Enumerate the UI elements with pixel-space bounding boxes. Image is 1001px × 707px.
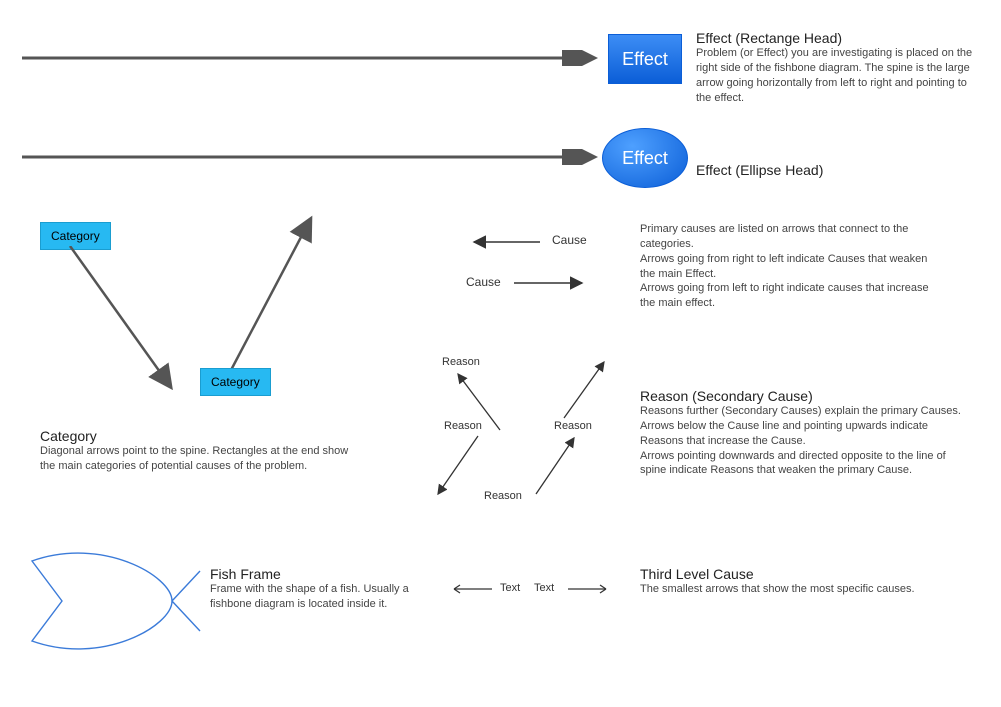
- category-box-1-label: Category: [51, 229, 100, 243]
- effect-rect-text: Effect (Rectange Head) Problem (or Effec…: [696, 30, 976, 105]
- third-desc: The smallest arrows that show the most s…: [640, 582, 940, 597]
- third-text: Third Level Cause The smallest arrows th…: [640, 566, 940, 597]
- category-text: Category Diagonal arrows point to the sp…: [40, 428, 360, 474]
- diagram-stage: Effect Effect (Rectange Head) Problem (o…: [0, 0, 1001, 707]
- reason-label-4: Reason: [484, 490, 522, 502]
- spine-arrow-rect: [22, 50, 602, 66]
- reason-label-2: Reason: [444, 420, 482, 432]
- category-arrow-down: [60, 246, 200, 396]
- cause-desc: Primary causes are listed on arrows that…: [640, 222, 930, 311]
- cause-label-1: Cause: [552, 233, 587, 247]
- effect-ellipse-label: Effect: [622, 148, 668, 169]
- cause-arrow-left: [468, 235, 546, 249]
- category-title: Category: [40, 428, 360, 444]
- reason-text: Reason (Secondary Cause) Reasons further…: [640, 388, 970, 478]
- third-arrow-1: [452, 584, 498, 594]
- third-title: Third Level Cause: [640, 566, 940, 582]
- third-text-2: Text: [534, 582, 554, 594]
- fish-desc: Frame with the shape of a fish. Usually …: [210, 582, 420, 612]
- reason-arrow-4: [528, 432, 588, 502]
- cause-arrow-right: [510, 276, 588, 290]
- cause-label-2: Cause: [466, 275, 501, 289]
- effect-rect-box: Effect: [608, 34, 682, 84]
- category-arrow-up: [220, 212, 340, 382]
- reason-label-1: Reason: [442, 356, 480, 368]
- reason-desc: Reasons further (Secondary Causes) expla…: [640, 404, 970, 478]
- third-arrow-2: [564, 584, 610, 594]
- fish-frame-shape: [22, 546, 202, 656]
- effect-ellipse-title: Effect (Ellipse Head): [696, 162, 823, 178]
- reason-arrow-2: [430, 432, 490, 502]
- effect-ellipse-box: Effect: [602, 128, 688, 188]
- effect-rect-title: Effect (Rectange Head): [696, 30, 976, 46]
- fish-text: Fish Frame Frame with the shape of a fis…: [210, 566, 420, 612]
- category-box-2-label: Category: [211, 375, 260, 389]
- fish-title: Fish Frame: [210, 566, 420, 582]
- effect-rect-label: Effect: [622, 49, 668, 70]
- effect-rect-desc: Problem (or Effect) you are investigatin…: [696, 46, 976, 105]
- reason-arrow-3: [556, 356, 616, 426]
- category-box-2: Category: [200, 368, 271, 396]
- category-desc: Diagonal arrows point to the spine. Rect…: [40, 444, 360, 474]
- third-text-1: Text: [500, 582, 520, 594]
- spine-arrow-ellipse: [22, 149, 602, 165]
- reason-title: Reason (Secondary Cause): [640, 388, 970, 404]
